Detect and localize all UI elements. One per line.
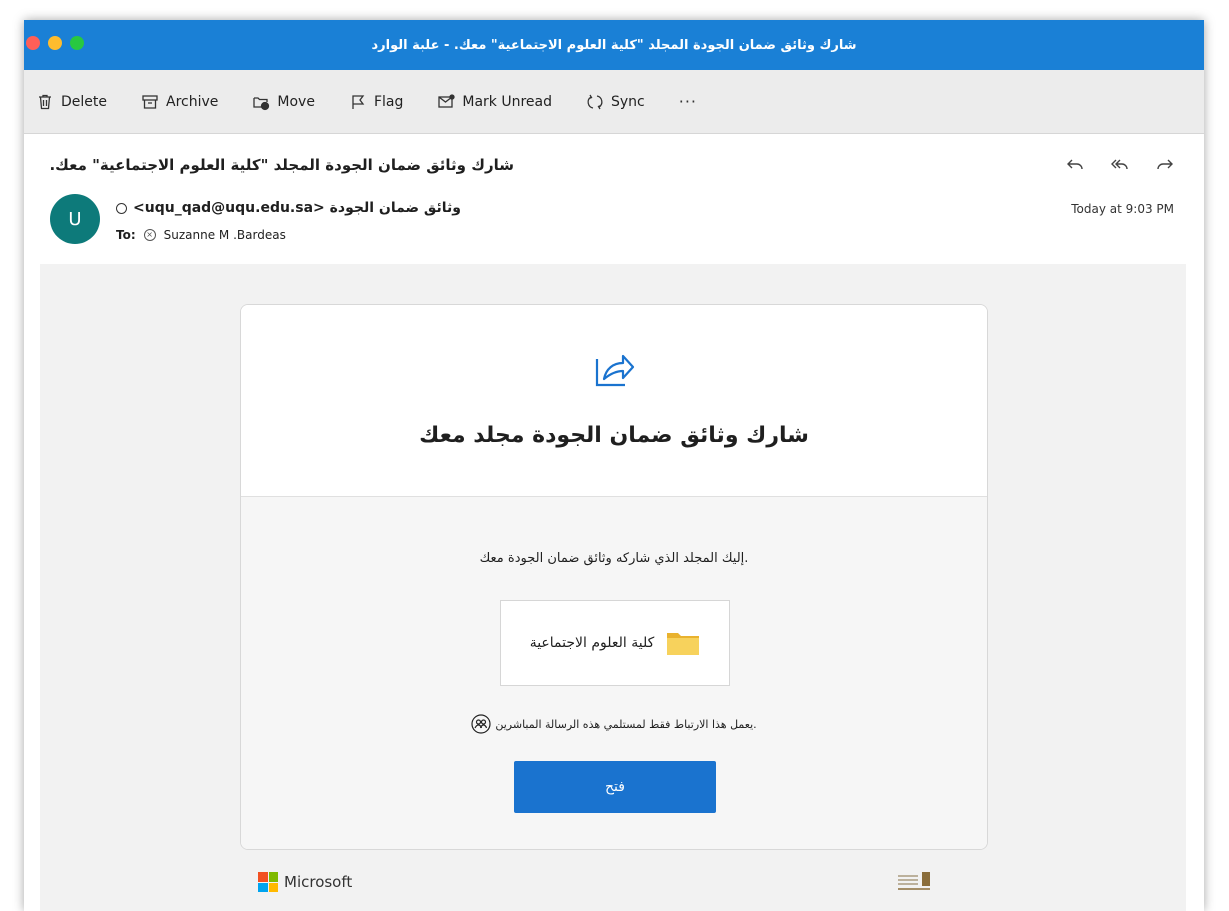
zoom-window-button[interactable] [70,36,84,50]
delete-label: Delete [61,93,107,110]
envelope-icon [438,93,456,108]
intro-text: .إليك المجلد الذي شاركه وثائق ضمان الجود… [479,551,749,566]
archive-label: Archive [166,93,219,110]
people-icon [471,714,491,734]
sync-label: Sync [610,93,645,110]
card-header: شارك وثائق ضمان الجودة مجلد معك [241,305,987,497]
folder-icon [667,633,700,655]
message-subject: شارك وثائق ضمان الجودة المجلد "كلية العل… [49,156,514,174]
brand-name: Microsoft [284,873,353,891]
close-window-button[interactable] [26,36,40,50]
avatar: U [50,194,100,244]
university-logo-icon [898,872,930,890]
mail-window: شارك وثائق ضمان الجودة المجلد "كلية العل… [24,20,1204,911]
sync-icon [587,94,603,109]
to-label: To: [116,228,136,242]
minimize-window-button[interactable] [48,36,62,50]
trash-icon [39,94,51,109]
mark-unread-label: Mark Unread [462,93,552,110]
move-folder-icon [253,96,270,110]
share-icon [595,354,635,387]
move-label: Move [277,93,315,110]
sender-line[interactable]: وثائق ضمان الجودة <uqu_qad@uqu.edu.sa> [116,200,461,216]
archive-button[interactable]: Archive [141,93,218,111]
window-controls [26,36,84,50]
message-header: شارك وثائق ضمان الجودة المجلد "كلية العل… [24,134,1204,264]
flag-button[interactable]: Flag [349,93,403,111]
message-body: شارك وثائق ضمان الجودة مجلد معك .إليك ال… [40,264,1186,911]
status-circle-icon [116,202,127,214]
shared-folder-link[interactable]: كلية العلوم الاجتماعية [500,600,730,686]
reply-actions [1066,156,1174,172]
sender-name: وثائق ضمان الجودة <uqu_qad@uqu.edu.sa> [133,200,461,216]
microsoft-logo-icon [258,872,278,892]
delete-button[interactable]: Delete [36,93,107,111]
sync-button[interactable]: Sync [586,93,645,111]
share-card: شارك وثائق ضمان الجودة مجلد معك .إليك ال… [240,304,988,850]
reply-icon[interactable] [1066,156,1086,172]
flag-label: Flag [373,93,404,110]
flag-icon [352,94,365,109]
toolbar: Delete Archive Move Flag Mark Unread Syn… [24,70,1204,134]
recipient-line: To: × Suzanne M .Bardeas [116,228,286,242]
open-button[interactable]: فتح [514,761,716,813]
forward-icon[interactable] [1154,156,1174,172]
card-heading: شارك وثائق ضمان الجودة مجلد معك [419,423,809,448]
folder-name: كلية العلوم الاجتماعية [529,635,655,651]
note-text: .يعمل هذا الارتباط فقط لمستلمي هذه الرسا… [495,717,757,731]
title-bar: شارك وثائق ضمان الجودة المجلد "كلية العل… [24,20,1204,70]
more-options-button[interactable]: ··· [679,92,697,111]
archive-icon [142,94,158,109]
message-date: Today at 9:03 PM [1071,202,1174,216]
mark-unread-button[interactable]: Mark Unread [437,93,552,111]
reply-all-icon[interactable] [1110,156,1130,172]
card-content: .إليك المجلد الذي شاركه وثائق ضمان الجود… [241,497,987,849]
recipients-note: .يعمل هذا الارتباط فقط لمستلمي هذه الرسا… [241,714,987,734]
window-title: شارك وثائق ضمان الجودة المجلد "كلية العل… [371,37,857,53]
footer-brand: Microsoft [258,872,352,892]
move-button[interactable]: Move [252,93,315,111]
recipient-status-icon: × [143,229,156,241]
recipient-name[interactable]: Suzanne M .Bardeas [164,228,286,242]
